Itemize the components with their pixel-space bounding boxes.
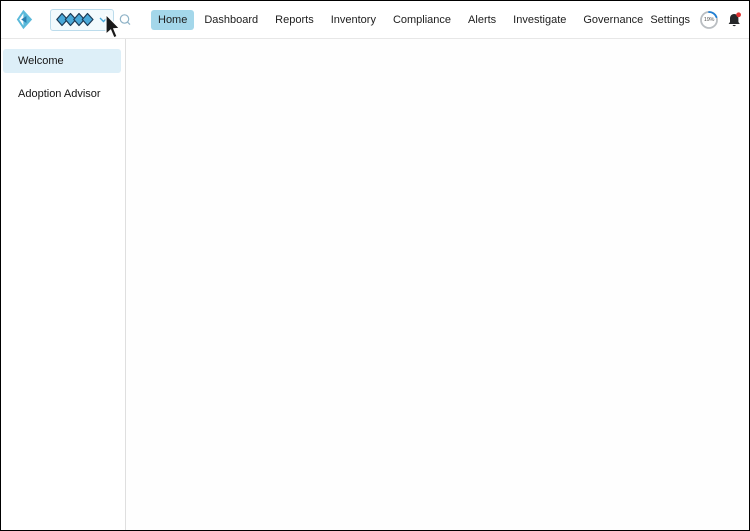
tab-compliance[interactable]: Compliance — [386, 10, 458, 30]
tab-home[interactable]: Home — [151, 10, 194, 30]
search-icon[interactable] — [119, 14, 131, 26]
tab-reports[interactable]: Reports — [268, 10, 321, 30]
topbar-right-cluster: Settings 19% — [650, 10, 750, 30]
progress-ring-badge[interactable]: 19% — [699, 10, 719, 30]
app-window: Home Dashboard Reports Inventory Complia… — [0, 0, 750, 531]
sidebar-item-adoption-advisor[interactable]: Adoption Advisor — [3, 82, 121, 106]
settings-menu[interactable]: Settings — [650, 14, 690, 26]
sidebar-item-welcome[interactable]: Welcome — [3, 49, 121, 73]
notifications-bell-icon[interactable] — [727, 12, 742, 28]
tab-alerts[interactable]: Alerts — [461, 10, 503, 30]
masked-account-diamonds-icon — [56, 12, 94, 27]
tab-governance[interactable]: Governance — [576, 10, 650, 30]
chevron-down-icon — [99, 17, 108, 23]
main-nav: Home Dashboard Reports Inventory Complia… — [151, 10, 650, 30]
progress-ring-value: 19% — [699, 10, 719, 30]
tab-dashboard[interactable]: Dashboard — [197, 10, 265, 30]
sidebar: Welcome Adoption Advisor — [1, 39, 126, 530]
account-selector[interactable] — [50, 9, 114, 31]
brand-logo-icon — [12, 8, 33, 31]
topbar: Home Dashboard Reports Inventory Complia… — [1, 1, 749, 39]
main-content-empty — [126, 39, 749, 530]
page-body: Welcome Adoption Advisor — [1, 39, 749, 530]
tab-investigate[interactable]: Investigate — [506, 10, 573, 30]
tab-inventory[interactable]: Inventory — [324, 10, 383, 30]
